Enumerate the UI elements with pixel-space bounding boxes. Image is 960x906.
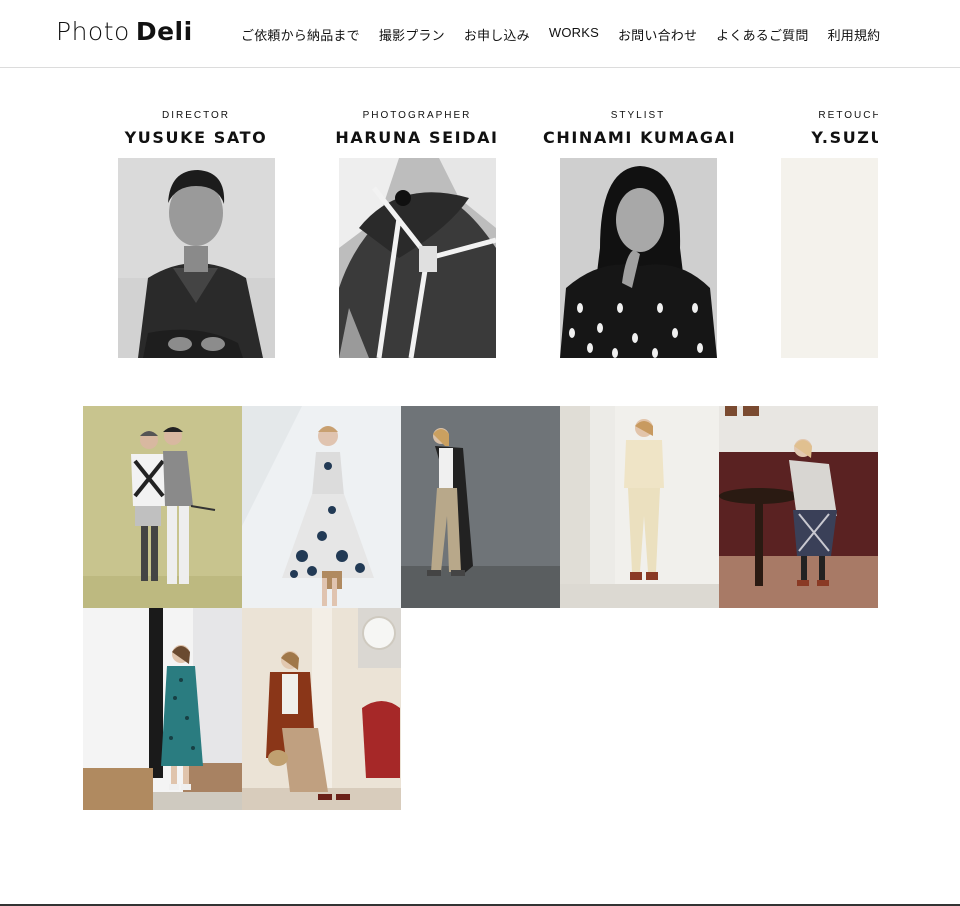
works-photo-golf-couple[interactable]	[83, 406, 242, 608]
staff-photo-photographer	[339, 158, 496, 358]
logo-deli-text: Deli	[135, 17, 193, 46]
staff-name: CHINAMI KUMAGAI	[543, 128, 737, 147]
staff-role: DIRECTOR	[161, 110, 231, 121]
staff-carousel[interactable]: DIRECTOR YUSUKE SATO PHOTOGRAPHER HARUNA…	[118, 100, 878, 365]
staff-card-stylist[interactable]: STYLIST CHINAMI KUMAGAI	[543, 100, 737, 358]
staff-name: HARUNA SEIDAI	[335, 128, 499, 147]
staff-role: STYLIST	[610, 110, 666, 121]
nav-item-apply[interactable]: お申し込み	[464, 25, 530, 44]
staff-card-photographer[interactable]: PHOTOGRAPHER HARUNA SEIDAI	[322, 100, 512, 358]
staff-name: YUSUKE SATO	[124, 128, 268, 147]
staff-role: RETOUCHER	[818, 110, 878, 121]
staff-photo-stylist	[560, 158, 717, 358]
logo-photo-text: Photo	[56, 17, 130, 46]
staff-card-director[interactable]: DIRECTOR YUSUKE SATO	[118, 100, 291, 358]
site-logo[interactable]: Photo Deli	[56, 17, 193, 46]
staff-card-retoucher[interactable]: RETOUCHER Y.SUZUKI	[764, 100, 878, 358]
staff-name: Y.SUZUKI	[811, 128, 878, 147]
nav-item-contact[interactable]: お問い合わせ	[618, 25, 697, 44]
main-nav: ご依頼から納品まで 撮影プラン お申し込み WORKS お問い合わせ よくあるご…	[241, 25, 899, 44]
works-photo-cream-suit[interactable]	[560, 406, 719, 608]
works-photo-cafe-interior[interactable]	[719, 406, 878, 608]
staff-photo-director	[118, 158, 275, 358]
works-photo-brown-coat[interactable]	[242, 608, 401, 810]
nav-item-terms[interactable]: 利用規約	[828, 25, 881, 44]
works-photo-teal-dress[interactable]	[83, 608, 242, 810]
staff-photo-retoucher	[781, 158, 878, 358]
nav-item-works[interactable]: WORKS	[549, 25, 599, 44]
nav-item-faq[interactable]: よくあるご質問	[716, 25, 808, 44]
works-photo-grey-studio[interactable]	[401, 406, 560, 608]
site-header: Photo Deli ご依頼から納品まで 撮影プラン お申し込み WORKS お問…	[0, 0, 960, 68]
works-photo-floral-dress[interactable]	[242, 406, 401, 608]
staff-role: PHOTOGRAPHER	[362, 110, 472, 121]
nav-item-plans[interactable]: 撮影プラン	[379, 25, 445, 44]
nav-item-process[interactable]: ご依頼から納品まで	[241, 25, 360, 44]
